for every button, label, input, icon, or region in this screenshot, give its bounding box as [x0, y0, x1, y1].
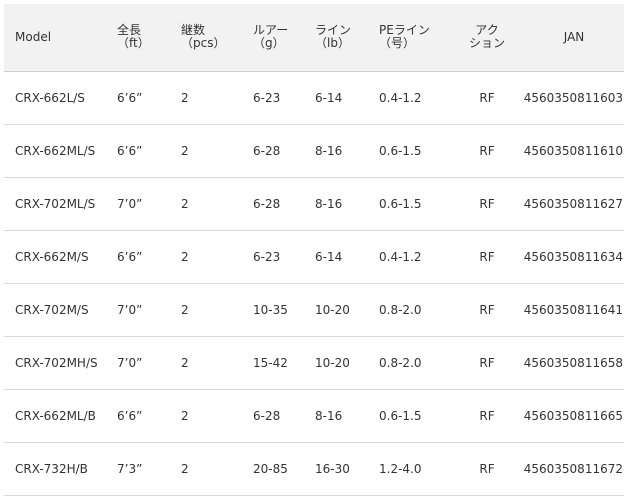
cell-jan: 4560350811610	[517, 124, 624, 178]
cell-line: 10-20	[315, 283, 379, 337]
header-action-line2: ション	[468, 36, 505, 51]
cell-length: 7’3”	[117, 442, 181, 496]
cell-action: RF	[457, 230, 517, 284]
cell-model: CRX-662ML/B	[4, 389, 117, 443]
cell-lure: 15-42	[253, 336, 315, 390]
header-pe-line: PEライン （号）	[379, 4, 457, 72]
cell-model: CRX-702ML/S	[4, 177, 117, 231]
table-row: CRX-662ML/B 6’6” 2 6-28 8-16 0.6-1.5 RF …	[4, 389, 624, 443]
cell-length: 7’0”	[117, 177, 181, 231]
cell-jan: 4560350811634	[517, 230, 624, 284]
cell-jan: 4560350811665	[517, 389, 624, 443]
header-model-label: Model	[15, 29, 52, 44]
cell-line: 6-14	[315, 230, 379, 284]
cell-action: RF	[457, 336, 517, 390]
cell-lure: 6-28	[253, 124, 315, 178]
cell-length: 7’0”	[117, 336, 181, 390]
cell-action: RF	[457, 283, 517, 337]
header-lure-unit: （g）	[253, 36, 285, 51]
header-jan: JAN	[517, 4, 624, 72]
cell-pieces: 2	[181, 389, 253, 443]
cell-jan: 4560350811658	[517, 336, 624, 390]
cell-lure: 6-23	[253, 230, 315, 284]
header-lure: ルアー （g）	[253, 4, 315, 72]
header-line-unit: （lb）	[315, 36, 350, 51]
cell-model: CRX-662M/S	[4, 230, 117, 284]
cell-action: RF	[457, 442, 517, 496]
table-row: CRX-702M/S 7’0” 2 10-35 10-20 0.8-2.0 RF…	[4, 283, 624, 337]
cell-jan: 4560350811641	[517, 283, 624, 337]
cell-pe-line: 0.8-2.0	[379, 283, 457, 337]
header-pieces-unit: （pcs）	[181, 36, 226, 51]
cell-pe-line: 0.4-1.2	[379, 71, 457, 125]
cell-action: RF	[457, 389, 517, 443]
cell-jan: 4560350811672	[517, 442, 624, 496]
cell-length: 6’6”	[117, 230, 181, 284]
header-line: ライン （lb）	[315, 4, 379, 72]
cell-lure: 6-28	[253, 177, 315, 231]
cell-pe-line: 0.6-1.5	[379, 389, 457, 443]
cell-line: 10-20	[315, 336, 379, 390]
cell-pieces: 2	[181, 124, 253, 178]
table-row: CRX-662L/S 6’6” 2 6-23 6-14 0.4-1.2 RF 4…	[4, 71, 624, 125]
table-row: CRX-702ML/S 7’0” 2 6-28 8-16 0.6-1.5 RF …	[4, 177, 624, 231]
cell-line: 16-30	[315, 442, 379, 496]
cell-action: RF	[457, 71, 517, 125]
cell-lure: 6-23	[253, 71, 315, 125]
cell-model: CRX-662L/S	[4, 71, 117, 125]
header-length-unit: （ft）	[117, 36, 150, 51]
table-row: CRX-662ML/S 6’6” 2 6-28 8-16 0.6-1.5 RF …	[4, 124, 624, 178]
header-jan-label: JAN	[563, 29, 585, 44]
cell-pieces: 2	[181, 442, 253, 496]
cell-pieces: 2	[181, 230, 253, 284]
cell-length: 7’0”	[117, 283, 181, 337]
cell-pe-line: 0.4-1.2	[379, 230, 457, 284]
cell-pieces: 2	[181, 336, 253, 390]
cell-pe-line: 0.8-2.0	[379, 336, 457, 390]
cell-line: 6-14	[315, 71, 379, 125]
rod-spec-table: Model 全長 （ft） 継数 （pcs） ルアー （g） ライン （lb） …	[4, 4, 624, 496]
header-length: 全長 （ft）	[117, 4, 181, 72]
cell-lure: 20-85	[253, 442, 315, 496]
cell-pieces: 2	[181, 71, 253, 125]
cell-line: 8-16	[315, 124, 379, 178]
header-pe-line-unit: （号）	[379, 36, 416, 51]
header-action: アク ション	[457, 4, 517, 72]
header-row: Model 全長 （ft） 継数 （pcs） ルアー （g） ライン （lb） …	[4, 4, 624, 72]
cell-model: CRX-732H/B	[4, 442, 117, 496]
cell-lure: 10-35	[253, 283, 315, 337]
cell-pe-line: 0.6-1.5	[379, 177, 457, 231]
cell-model: CRX-702M/S	[4, 283, 117, 337]
header-pieces: 継数 （pcs）	[181, 4, 253, 72]
cell-action: RF	[457, 177, 517, 231]
cell-lure: 6-28	[253, 389, 315, 443]
cell-jan: 4560350811627	[517, 177, 624, 231]
cell-line: 8-16	[315, 177, 379, 231]
table-row: CRX-732H/B 7’3” 2 20-85 16-30 1.2-4.0 RF…	[4, 442, 624, 496]
table-body: CRX-662L/S 6’6” 2 6-23 6-14 0.4-1.2 RF 4…	[4, 71, 624, 496]
cell-model: CRX-702MH/S	[4, 336, 117, 390]
cell-model: CRX-662ML/S	[4, 124, 117, 178]
cell-jan: 4560350811603	[517, 71, 624, 125]
cell-pe-line: 1.2-4.0	[379, 442, 457, 496]
cell-length: 6’6”	[117, 389, 181, 443]
header-model: Model	[4, 4, 117, 72]
table-header: Model 全長 （ft） 継数 （pcs） ルアー （g） ライン （lb） …	[4, 4, 624, 72]
cell-line: 8-16	[315, 389, 379, 443]
table-row: CRX-702MH/S 7’0” 2 15-42 10-20 0.8-2.0 R…	[4, 336, 624, 390]
cell-length: 6’6”	[117, 71, 181, 125]
cell-pieces: 2	[181, 283, 253, 337]
cell-action: RF	[457, 124, 517, 178]
table-row: CRX-662M/S 6’6” 2 6-23 6-14 0.4-1.2 RF 4…	[4, 230, 624, 284]
cell-pe-line: 0.6-1.5	[379, 124, 457, 178]
cell-length: 6’6”	[117, 124, 181, 178]
cell-pieces: 2	[181, 177, 253, 231]
